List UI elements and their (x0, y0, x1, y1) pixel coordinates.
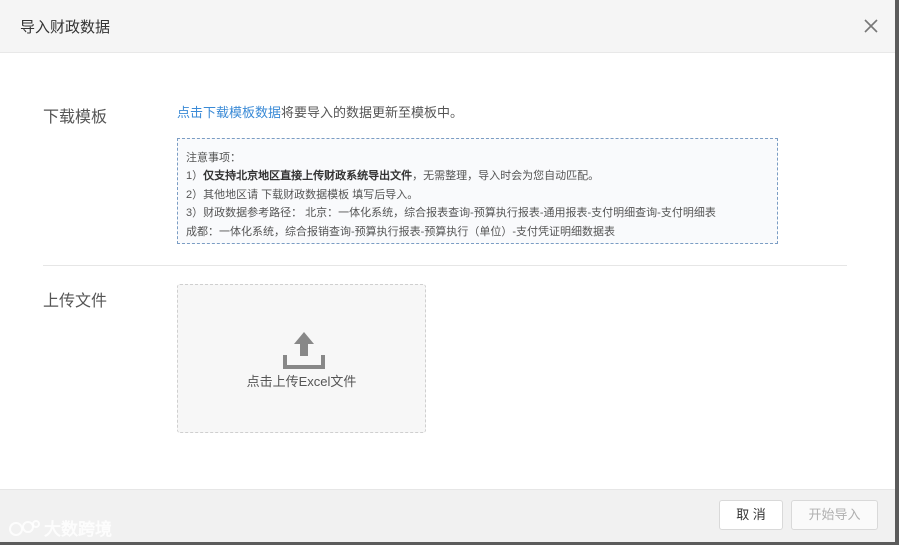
download-instruction: 点击下载模板数据将要导入的数据更新至模板中。 (177, 102, 463, 121)
watermark-text: 大数跨境 (44, 520, 112, 539)
notice-line-1-rest: ，无需整理，导入时会为您自动匹配。 (412, 170, 600, 183)
upload-dropzone[interactable]: 点击上传Excel文件 (177, 284, 426, 433)
notice-line-1: 1）仅支持北京地区直接上传财政系统导出文件，无需整理，导入时会为您自动匹配。 (186, 167, 769, 185)
dialog-titlebar: 导入财政数据 (0, 0, 895, 53)
start-import-button[interactable]: 开始导入 (791, 500, 878, 530)
dialog-footer: 取 消 开始导入 (0, 489, 895, 542)
import-dialog: 导入财政数据 下载模板 点击下载模板数据将要导入的数据更新至模板中。 注意事项：… (0, 0, 895, 542)
download-instruction-text: 将要导入的数据更新至模板中。 (281, 105, 464, 120)
notice-heading: 注意事项： (186, 152, 241, 164)
brand-logo-icon (8, 518, 40, 543)
notice-line-1-emphasis: 仅支持北京地区直接上传财政系统导出文件 (203, 170, 413, 183)
cancel-button[interactable]: 取 消 (719, 500, 783, 530)
section-divider (43, 265, 847, 266)
notice-line-1-prefix: 1） (186, 170, 204, 183)
close-icon[interactable] (862, 17, 880, 35)
watermark: 大数跨境 (8, 515, 112, 543)
dialog-title: 导入财政数据 (20, 19, 111, 36)
upload-icon (283, 329, 325, 371)
notice-line-3: 3）财政数据参考路径： 北京：一体化系统，综合报表查询-预算执行报表-通用报表-… (186, 207, 716, 220)
upload-file-label: 上传文件 (43, 293, 108, 310)
download-template-link[interactable]: 点击下载模板数据 (177, 105, 281, 120)
notice-line-4: 成都：一体化系统，综合报销查询-预算执行报表-预算执行（单位）-支付凭证明细数据… (186, 225, 615, 238)
notice-box: 注意事项： 1）仅支持北京地区直接上传财政系统导出文件，无需整理，导入时会为您自… (177, 138, 778, 244)
upload-instruction: 点击上传Excel文件 (246, 374, 357, 389)
download-template-label: 下载模板 (43, 109, 108, 126)
notice-line-2: 2）其他地区请 下载财政数据模板 填写后导入。 (186, 188, 419, 201)
